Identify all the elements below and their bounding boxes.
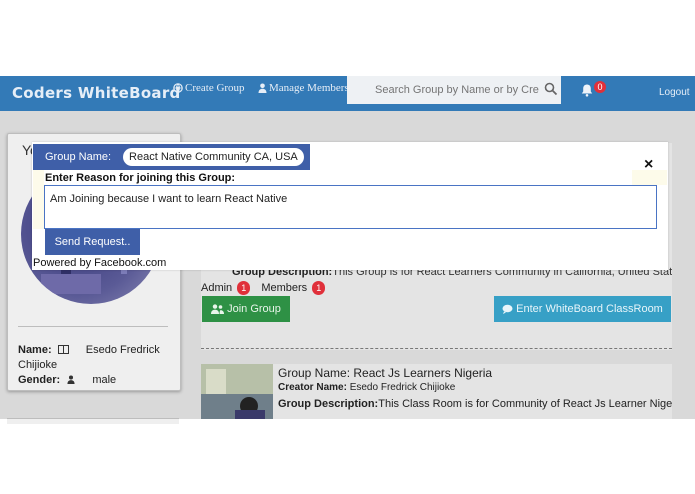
profile-name-label: Name: — [18, 344, 52, 356]
profile-gender-label: Gender: — [18, 374, 61, 386]
id-card-icon — [57, 345, 69, 354]
group2-name: Group Name: React Js Learners Nigeria — [278, 366, 492, 380]
modal-group-name-label: Group Name: — [45, 151, 112, 163]
comment-icon — [502, 304, 513, 314]
powered-by-text: Powered by Facebook.com — [33, 257, 167, 269]
brand-logo[interactable]: Coders WhiteBoard — [12, 84, 181, 102]
reason-label: Enter Reason for joining this Group: — [45, 172, 236, 184]
group2-name-label: Group Name: — [278, 366, 351, 380]
profile-divider — [18, 326, 168, 327]
join-group-label: Join Group — [227, 303, 281, 315]
admin-count-badge: 1 — [237, 281, 251, 295]
nav-manage-members[interactable]: Manage Members — [258, 82, 349, 94]
nav-create-group[interactable]: Create Group — [173, 82, 245, 94]
user-icon — [258, 83, 267, 93]
group2-creator-label: Creator Name: — [278, 382, 347, 393]
nav-manage-members-label: Manage Members — [269, 82, 349, 94]
notification-badge: 0 — [594, 81, 606, 93]
group2-description-label: Group Description: — [278, 398, 379, 410]
modal-close-button[interactable]: × — [644, 156, 653, 174]
reason-textarea[interactable]: Am Joining because I want to learn React… — [44, 185, 657, 229]
globe-icon — [173, 83, 183, 93]
user-icon — [67, 375, 75, 384]
profile-name-value: Esedo Fredrick — [85, 344, 160, 356]
second-card-edge — [7, 418, 179, 424]
profile-name-row-2: Chijioke — [18, 359, 58, 371]
group2-description: Group Description:This Class Room is for… — [278, 398, 672, 410]
join-group-button[interactable]: Join Group — [202, 296, 290, 322]
search-input[interactable] — [347, 76, 545, 104]
enter-whiteboard-button[interactable]: Enter WhiteBoard ClassRoom — [494, 296, 671, 322]
send-request-button[interactable]: Send Request.. — [45, 229, 140, 255]
group2-name-value: React Js Learners Nigeria — [353, 366, 493, 380]
group-separator — [201, 348, 672, 349]
profile-gender-value: male — [92, 374, 117, 386]
modal-header: Group Name: React Native Community CA, U… — [33, 144, 310, 170]
group2-creator: Creator Name: Esedo Fredrick Chijioke — [278, 382, 455, 393]
search-icon[interactable] — [544, 82, 558, 96]
modal-group-name-value: React Native Community CA, USA — [123, 148, 304, 166]
search-box — [347, 76, 561, 104]
admin-label: Admin — [201, 282, 233, 294]
users-icon — [211, 304, 225, 314]
bell-icon[interactable] — [580, 83, 594, 97]
profile-gender-row: Gender: male — [18, 373, 116, 388]
members-label: Members — [261, 282, 308, 294]
group-counts: Admin 1 Members 1 — [201, 281, 326, 295]
profile-name-row: Name: Esedo Fredrick — [18, 343, 160, 358]
group-thumbnail — [201, 364, 273, 419]
group-thumbnail-image — [201, 364, 273, 419]
logout-link[interactable]: Logout — [659, 87, 690, 98]
group2-description-value: This Class Room is for Community of Reac… — [378, 398, 672, 410]
group2-creator-value: Esedo Fredrick Chijioke — [349, 382, 456, 393]
enter-whiteboard-label: Enter WhiteBoard ClassRoom — [516, 303, 663, 315]
top-navbar: Coders WhiteBoard Create Group Manage Me… — [0, 76, 695, 111]
members-count-badge: 1 — [312, 281, 326, 295]
nav-create-group-label: Create Group — [185, 82, 245, 94]
